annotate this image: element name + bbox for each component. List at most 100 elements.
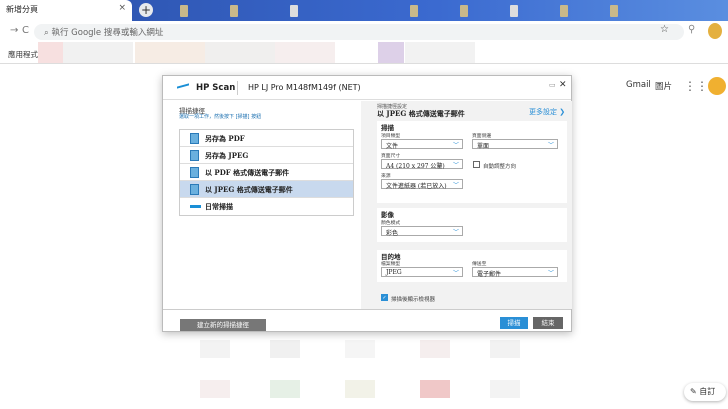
desktop-icon — [180, 5, 188, 17]
customize-button[interactable]: ✎ 自訂 — [684, 383, 726, 401]
color-mode-select[interactable]: 彩色 ﹀ — [381, 226, 463, 237]
section-title: 掃描 — [381, 124, 394, 132]
dialog-footer: 掃描 結束 — [163, 309, 571, 332]
destination-section: 目的地 檔案類型 JPEG ﹀ 傳送至 電子郵件 ﹀ — [377, 250, 567, 282]
shortcut-save-jpeg[interactable]: 另存為 JPEG — [180, 147, 353, 164]
image-section: 影像 顏色模式 彩色 ﹀ — [377, 208, 567, 242]
shortcut-tile[interactable] — [420, 380, 450, 398]
omnibox[interactable]: ⌕ 執行 Google 搜尋或輸入網址 — [34, 24, 684, 40]
profile-avatar[interactable] — [708, 23, 722, 39]
shortcut-tile[interactable] — [270, 380, 300, 398]
page-sides-select[interactable]: 單面 ﹀ — [472, 139, 558, 150]
tab-close-icon[interactable]: × — [118, 3, 126, 13]
source-select[interactable]: 文件進紙器 (若已放入) ﹀ — [381, 179, 463, 190]
chevron-down-icon: ﹀ — [452, 182, 459, 189]
dialog-header: HP Scan HP LJ Pro M148fM149f (NET) ▭ ✕ — [163, 76, 571, 100]
desktop-icon — [460, 5, 468, 17]
select-value: 文件進紙器 (若已放入) — [386, 183, 447, 190]
pdf-icon — [190, 133, 199, 144]
show-viewer-checkbox[interactable]: ✓ — [381, 294, 388, 301]
shortcut-tile[interactable] — [200, 380, 230, 398]
shortcut-tile[interactable] — [200, 340, 230, 358]
bookmark-item[interactable] — [405, 42, 475, 63]
select-value: A4 (210 x 297 公釐) — [386, 163, 445, 170]
finish-button[interactable]: 結束 — [533, 317, 563, 329]
chevron-down-icon: ﹀ — [452, 162, 459, 169]
bookmark-item[interactable] — [63, 42, 133, 63]
shortcut-tile[interactable] — [420, 340, 450, 358]
desktop-icon — [560, 5, 568, 17]
auto-orient-checkbox[interactable] — [473, 161, 480, 168]
shortcut-tile[interactable] — [490, 380, 520, 398]
field-label: 來源 — [381, 174, 391, 179]
shortcut-label: 以 PDF 格式傳送電子郵件 — [205, 168, 290, 177]
new-tab-button[interactable]: + — [139, 3, 153, 17]
shortcut-tile[interactable] — [345, 340, 375, 358]
bookmark-star-icon[interactable]: ☆ — [660, 24, 669, 35]
shortcut-panel: 掃描捷徑 選取一項工作，然後按下 [掃描] 按鈕 另存為 PDF 另存為 JPE… — [163, 101, 361, 331]
account-avatar[interactable] — [708, 77, 726, 95]
chevron-down-icon: ﹀ — [452, 142, 459, 149]
tab-title: 新增分頁 — [6, 5, 38, 14]
shortcut-tile[interactable] — [490, 340, 520, 358]
desktop-icon — [610, 5, 618, 17]
tab-new-tab[interactable]: 新增分頁 × — [0, 0, 132, 21]
shortcut-save-pdf[interactable]: 另存為 PDF — [180, 130, 353, 147]
select-value: 電子郵件 — [477, 271, 502, 278]
auto-orient-label: 自動調整方向 — [483, 164, 517, 170]
bookmark-apps[interactable]: 應用程式 — [8, 49, 38, 60]
field-label: 顏色模式 — [381, 221, 401, 226]
shortcut-tile[interactable] — [345, 380, 375, 398]
field-label: 頁面尺寸 — [381, 154, 401, 159]
item-type-select[interactable]: 文件 ﹀ — [381, 139, 463, 150]
select-value: 文件 — [386, 143, 399, 150]
chevron-down-icon: ﹀ — [547, 270, 554, 277]
section-title: 影像 — [381, 211, 394, 219]
settings-panel: 掃描捷徑設定 以 JPEG 格式傳送電子郵件 更多設定 ❯ 掃描 項目類型 文件… — [361, 101, 572, 309]
bookmark-item[interactable] — [275, 42, 335, 63]
page-size-select[interactable]: A4 (210 x 297 公釐) ﹀ — [381, 159, 463, 170]
more-settings-link[interactable]: 更多設定 ❯ — [529, 107, 565, 117]
shortcut-email-jpeg[interactable]: 以 JPEG 格式傳送電子郵件 — [180, 181, 353, 198]
extension-icon[interactable]: ⚲ — [688, 24, 695, 35]
app-title: HP Scan — [196, 83, 236, 93]
chevron-down-icon: ﹀ — [452, 229, 459, 236]
bookmark-item[interactable] — [38, 42, 63, 63]
shortcut-everyday-scan[interactable]: 日常掃描 — [180, 198, 353, 215]
shortcut-email-pdf[interactable]: 以 PDF 格式傳送電子郵件 — [180, 164, 353, 181]
send-to-select[interactable]: 電子郵件 ﹀ — [472, 267, 558, 278]
browser-toolbar: → C ⌕ 執行 Google 搜尋或輸入網址 ☆ ⚲ — [0, 21, 728, 42]
reload-button[interactable]: C — [22, 25, 29, 36]
field-label: 頁面側邊 — [472, 134, 492, 139]
show-viewer-label: 掃描後顯示檢視器 — [391, 297, 436, 303]
minimize-icon[interactable]: ▭ — [549, 81, 556, 89]
shortcuts-subtitle: 選取一項工作，然後按下 [掃描] 按鈕 — [179, 114, 262, 120]
email-jpeg-icon — [190, 184, 199, 195]
select-value: 彩色 — [386, 230, 399, 237]
chevron-down-icon: ﹀ — [547, 142, 554, 149]
shortcut-tile[interactable] — [270, 340, 300, 358]
close-icon[interactable]: ✕ — [559, 80, 567, 90]
forward-button[interactable]: → — [10, 25, 18, 36]
gmail-link[interactable]: Gmail — [626, 80, 651, 90]
bookmark-item[interactable] — [205, 42, 275, 63]
chevron-down-icon: ﹀ — [452, 270, 459, 277]
field-label: 檔案類型 — [381, 262, 401, 267]
scan-button[interactable]: 掃描 — [500, 317, 528, 329]
shortcut-label: 以 JPEG 格式傳送電子郵件 — [205, 185, 293, 194]
tab-strip: 新增分頁 × + — [0, 0, 728, 21]
images-link[interactable]: 圖片 — [655, 80, 672, 92]
bookmark-item[interactable] — [135, 42, 205, 63]
desktop-icon — [230, 5, 238, 17]
hp-scan-dialog: HP Scan HP LJ Pro M148fM149f (NET) ▭ ✕ 掃… — [162, 75, 572, 332]
scan-section: 掃描 項目類型 文件 ﹀ 頁面側邊 單面 ﹀ 頁面尺寸 A4 (210 x 297 … — [377, 121, 567, 203]
divider — [237, 81, 238, 95]
shortcut-list: 另存為 PDF 另存為 JPEG 以 PDF 格式傳送電子郵件 以 JPEG 格… — [179, 129, 354, 216]
device-name[interactable]: HP LJ Pro M148fM149f (NET) — [248, 83, 361, 92]
shortcut-label: 另存為 JPEG — [205, 151, 249, 160]
file-type-select[interactable]: JPEG ﹀ — [381, 267, 463, 277]
bookmark-item[interactable] — [378, 42, 404, 63]
hp-scan-logo-icon — [177, 83, 189, 92]
field-label: 項目類型 — [381, 134, 401, 139]
shortcut-label: 另存為 PDF — [205, 134, 245, 143]
